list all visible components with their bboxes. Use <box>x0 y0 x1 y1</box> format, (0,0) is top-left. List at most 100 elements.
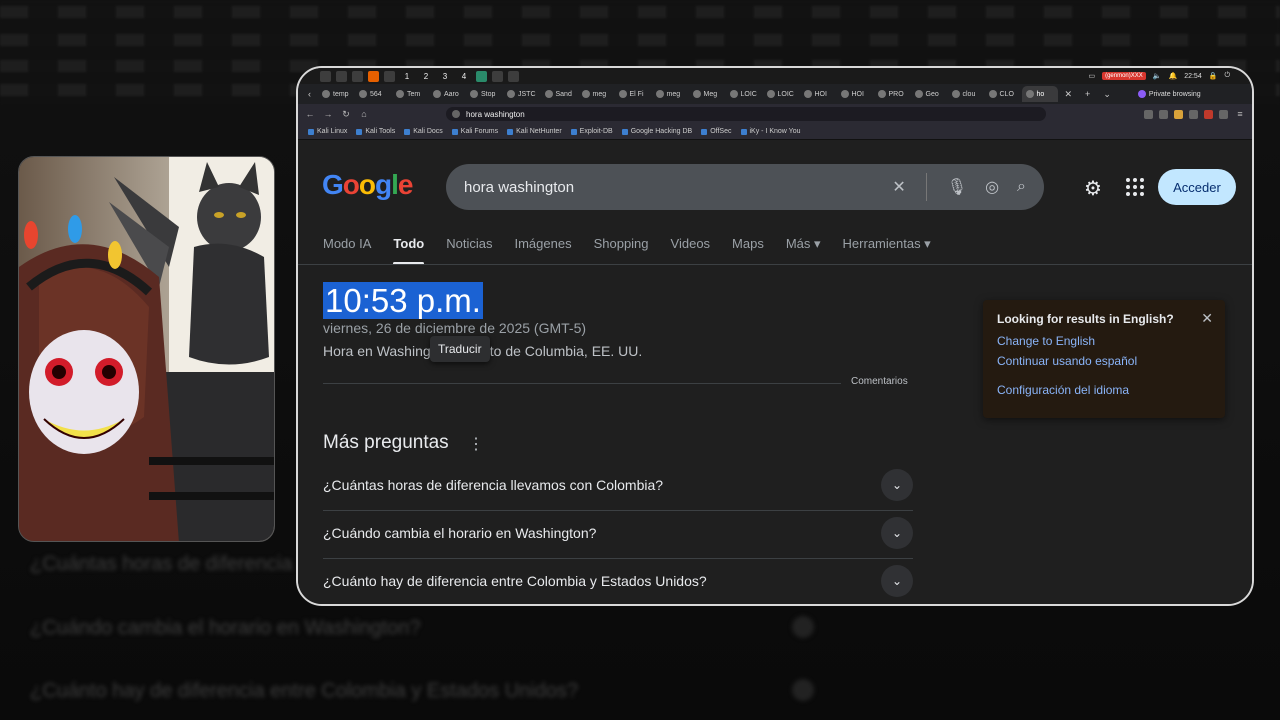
browser-tab[interactable]: Aaro <box>429 86 465 102</box>
screen-icon[interactable]: ▭ <box>1088 72 1095 80</box>
bookmark-item[interactable]: Kali Linux <box>308 128 347 135</box>
lens-icon[interactable]: ◎ <box>985 177 999 197</box>
browser-tab[interactable]: ho <box>1021 86 1058 102</box>
tab-herramientas[interactable]: Herramientas ▾ <box>843 236 931 265</box>
new-tab-icon[interactable]: + <box>1079 89 1096 99</box>
notifications-icon[interactable]: 🔔 <box>1168 72 1177 80</box>
back-icon[interactable]: ← <box>304 109 316 119</box>
chevron-down-icon[interactable]: ⌄ <box>881 517 913 549</box>
browser-tab[interactable]: clou <box>948 86 984 102</box>
microphone-icon[interactable]: 🎙 <box>947 177 967 197</box>
tab-shopping[interactable]: Shopping <box>594 236 649 265</box>
faq-item[interactable]: ¿Cuándo cambia el horario en Washington?… <box>323 509 913 557</box>
tab-modo-ia[interactable]: Modo IA <box>323 236 371 265</box>
terminal-icon[interactable] <box>336 70 347 82</box>
bookmark-item[interactable]: Kali Forums <box>451 128 498 135</box>
browser-tab[interactable]: temp <box>318 86 354 102</box>
browser-tab[interactable]: El Fi <box>615 86 651 102</box>
translate-tooltip[interactable]: Traducir <box>430 336 490 362</box>
extension-icon[interactable] <box>1174 109 1183 119</box>
browser-tab[interactable]: Stop <box>466 86 502 102</box>
tab-imagenes[interactable]: Imágenes <box>514 236 571 265</box>
bookmark-item[interactable]: Kali Tools <box>356 128 395 135</box>
tab-maps[interactable]: Maps <box>732 236 764 265</box>
browser-tab[interactable]: HOI <box>837 86 873 102</box>
extension-icon[interactable] <box>1204 109 1213 119</box>
files-icon[interactable] <box>352 70 363 82</box>
faq-item[interactable]: ¿Cuántas horas de diferencia llevamos co… <box>323 461 913 509</box>
search-input[interactable]: hora washington <box>464 179 892 196</box>
browser-tab[interactable]: HOI <box>800 86 836 102</box>
reload-icon[interactable]: ↻ <box>340 109 352 120</box>
extension-icon[interactable] <box>1189 109 1198 119</box>
search-icon[interactable]: ⌕ <box>1017 178 1026 196</box>
task-icon[interactable] <box>492 70 503 82</box>
settings-gear-icon[interactable]: ⚙ <box>1084 176 1102 201</box>
feedback-link[interactable]: Comentarios <box>851 376 908 387</box>
chevron-down-icon[interactable]: ⌄ <box>881 565 913 597</box>
browser-tab[interactable]: LOIC <box>726 86 762 102</box>
bookmark-item[interactable]: OffSec <box>701 128 732 135</box>
more-options-icon[interactable]: ⋮ <box>468 434 484 454</box>
tab-noticias[interactable]: Noticias <box>446 236 492 265</box>
window-icon[interactable] <box>384 70 395 82</box>
extension-icon[interactable] <box>1144 109 1153 119</box>
tab-list-icon[interactable]: ⌄ <box>1097 89 1117 100</box>
browser-tab[interactable]: Sand <box>541 86 577 102</box>
home-icon[interactable]: ⌂ <box>358 109 370 119</box>
apps-grid-icon[interactable] <box>1126 178 1144 196</box>
google-logo[interactable]: Google <box>322 169 413 201</box>
tab-label: HOI <box>851 90 864 98</box>
language-settings-link[interactable]: Configuración del idioma <box>997 383 1211 397</box>
browser-tab[interactable]: Tem <box>392 86 428 102</box>
browser-tab[interactable]: meg <box>578 86 614 102</box>
close-icon[interactable]: ✕ <box>1201 310 1213 327</box>
menu-icon[interactable]: ≡ <box>1234 109 1246 119</box>
browser-tab[interactable]: Meg <box>689 86 725 102</box>
firefox-icon[interactable] <box>368 70 379 82</box>
webcam-image <box>19 157 274 541</box>
workspace-1[interactable]: 1 <box>400 72 414 81</box>
power-icon[interactable]: ⏻ <box>1224 72 1230 80</box>
extension-icon[interactable] <box>1159 109 1168 119</box>
bookmark-item[interactable]: iKy - I Know You <box>740 128 800 135</box>
tab-videos[interactable]: Videos <box>671 236 711 265</box>
browser-tab[interactable]: JSTC <box>503 86 540 102</box>
forward-icon[interactable]: → <box>322 109 334 119</box>
continue-spanish-link[interactable]: Continuar usando español <box>997 354 1211 368</box>
browser-tab[interactable]: meg <box>652 86 688 102</box>
workspace-3[interactable]: 3 <box>438 72 452 81</box>
address-bar[interactable]: hora washington <box>446 107 1046 121</box>
bookmark-item[interactable]: Kali NetHunter <box>507 128 562 135</box>
sign-in-button[interactable]: Acceder <box>1158 169 1236 205</box>
app-menu-icon[interactable] <box>320 70 331 82</box>
clear-icon[interactable]: ✕ <box>892 177 905 197</box>
workspace-2[interactable]: 2 <box>419 72 433 81</box>
browser-tab[interactable]: LOIC <box>763 86 799 102</box>
tab-close-icon[interactable]: ✕ <box>1059 89 1079 100</box>
task-icon[interactable] <box>508 70 519 82</box>
task-icon[interactable] <box>476 70 487 82</box>
tab-mas[interactable]: Más ▾ <box>786 236 821 265</box>
bookmark-item[interactable]: Google Hacking DB <box>621 128 692 135</box>
workspace-4[interactable]: 4 <box>457 72 471 81</box>
lock-icon[interactable]: 🔒 <box>1209 72 1218 80</box>
tab-scroll-left-icon[interactable]: ‹ <box>302 89 317 99</box>
browser-tab[interactable]: Geo <box>911 86 947 102</box>
extension-icon[interactable] <box>1219 109 1228 119</box>
change-to-english-link[interactable]: Change to English <box>997 334 1211 348</box>
clock[interactable]: 22:54 <box>1184 73 1202 80</box>
search-box[interactable]: hora washington ✕ 🎙 ◎ ⌕ <box>446 164 1044 210</box>
faq-item[interactable]: ¿Cuánto hay de diferencia entre Colombia… <box>323 557 913 604</box>
browser-tab[interactable]: PRO <box>874 86 910 102</box>
bookmark-item[interactable]: Exploit-DB <box>570 128 613 135</box>
site-info-icon[interactable] <box>452 110 460 118</box>
tab-todo[interactable]: Todo <box>393 236 424 265</box>
browser-tab[interactable]: 564 <box>355 86 391 102</box>
browser-tab[interactable]: CLO <box>985 86 1021 102</box>
bookmark-item[interactable]: Kali Docs <box>404 128 443 135</box>
volume-icon[interactable]: 🔈 <box>1153 72 1162 80</box>
google-results-page: Google hora washington ✕ 🎙 ◎ ⌕ ⚙ Acceder… <box>298 140 1252 604</box>
private-label: Private browsing <box>1148 90 1201 98</box>
chevron-down-icon[interactable]: ⌄ <box>881 469 913 501</box>
